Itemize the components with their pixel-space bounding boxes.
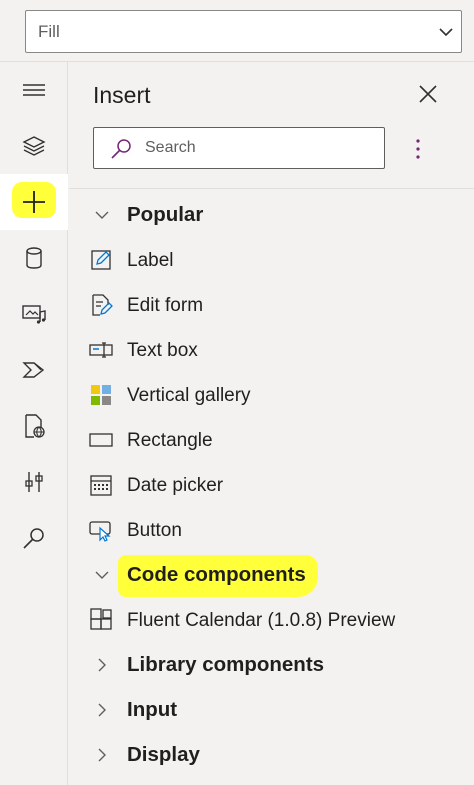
layers-icon bbox=[22, 136, 46, 156]
search-icon bbox=[111, 139, 131, 159]
rail-data-button[interactable] bbox=[0, 230, 68, 286]
label-icon bbox=[91, 250, 111, 270]
component-icon bbox=[90, 608, 112, 630]
rail-search-button[interactable] bbox=[0, 510, 68, 566]
more-options-icon[interactable] bbox=[408, 136, 428, 162]
left-rail bbox=[0, 62, 68, 785]
media-icon bbox=[22, 305, 46, 324]
property-dropdown[interactable]: Fill bbox=[25, 10, 462, 53]
item-label: Edit form bbox=[127, 295, 204, 316]
group-label: Popular bbox=[127, 203, 204, 226]
item-label: Rectangle bbox=[127, 430, 213, 451]
item-label: Vertical gallery bbox=[127, 385, 251, 406]
rail-power-automate-button[interactable] bbox=[0, 342, 68, 398]
chevron-down-icon bbox=[439, 28, 453, 37]
chevron-right-icon bbox=[98, 658, 106, 672]
group-label: Code components bbox=[127, 563, 306, 586]
pane-divider bbox=[69, 188, 474, 189]
group-code-components[interactable]: Code components bbox=[69, 555, 474, 597]
insert-pane: Insert Search Popular Label Edit form Te… bbox=[69, 62, 474, 785]
rail-insert-button[interactable] bbox=[0, 174, 68, 230]
insert-item-rectangle[interactable]: Rectangle bbox=[69, 420, 474, 460]
item-label: Text box bbox=[127, 340, 198, 361]
search-placeholder: Search bbox=[145, 139, 196, 156]
insert-item-edit-form[interactable]: Edit form bbox=[69, 285, 474, 325]
group-label: Input bbox=[127, 698, 178, 721]
hamburger-icon bbox=[23, 84, 45, 96]
web-page-icon bbox=[25, 414, 45, 438]
rail-tools-button[interactable] bbox=[0, 454, 68, 510]
group-input[interactable]: Input bbox=[69, 690, 474, 730]
insert-item-label[interactable]: Label bbox=[69, 240, 474, 280]
rail-web-button[interactable] bbox=[0, 398, 68, 454]
item-label: Button bbox=[127, 520, 182, 541]
property-bar: Fill bbox=[0, 0, 474, 62]
rail-tree-view-button[interactable] bbox=[0, 118, 68, 174]
plus-icon bbox=[23, 191, 45, 213]
chevron-down-icon bbox=[95, 571, 109, 579]
group-popular[interactable]: Popular bbox=[69, 195, 474, 235]
tools-icon bbox=[25, 472, 43, 492]
database-icon bbox=[26, 247, 42, 269]
search-icon bbox=[23, 528, 44, 549]
text-box-icon bbox=[89, 342, 113, 358]
group-label: Library components bbox=[127, 653, 325, 676]
date-picker-icon bbox=[90, 475, 112, 496]
power-automate-icon bbox=[22, 362, 45, 378]
property-dropdown-value: Fill bbox=[38, 22, 60, 41]
insert-item-fluent-calendar[interactable]: Fluent Calendar (1.0.8) Preview bbox=[69, 600, 474, 640]
insert-item-vertical-gallery[interactable]: Vertical gallery bbox=[69, 375, 474, 415]
button-icon bbox=[89, 521, 111, 542]
chevron-right-icon bbox=[98, 748, 106, 762]
group-label: Display bbox=[127, 743, 200, 766]
chevron-down-icon bbox=[95, 211, 109, 219]
rail-media-button[interactable] bbox=[0, 286, 68, 342]
insert-item-button[interactable]: Button bbox=[69, 510, 474, 550]
item-label: Date picker bbox=[127, 475, 224, 496]
insert-item-text-box[interactable]: Text box bbox=[69, 330, 474, 370]
close-icon[interactable] bbox=[416, 82, 440, 106]
rail-menu-button[interactable] bbox=[0, 62, 68, 118]
edit-form-icon bbox=[92, 294, 113, 316]
pane-title: Insert bbox=[93, 82, 151, 108]
rectangle-icon bbox=[89, 433, 113, 447]
item-label: Fluent Calendar (1.0.8) Preview bbox=[127, 610, 396, 631]
group-display[interactable]: Display bbox=[69, 735, 474, 775]
search-input[interactable]: Search bbox=[93, 127, 385, 169]
insert-item-date-picker[interactable]: Date picker bbox=[69, 465, 474, 505]
chevron-right-icon bbox=[98, 703, 106, 717]
group-library-components[interactable]: Library components bbox=[69, 645, 474, 685]
vertical-gallery-icon bbox=[91, 385, 111, 405]
item-label: Label bbox=[127, 250, 174, 271]
